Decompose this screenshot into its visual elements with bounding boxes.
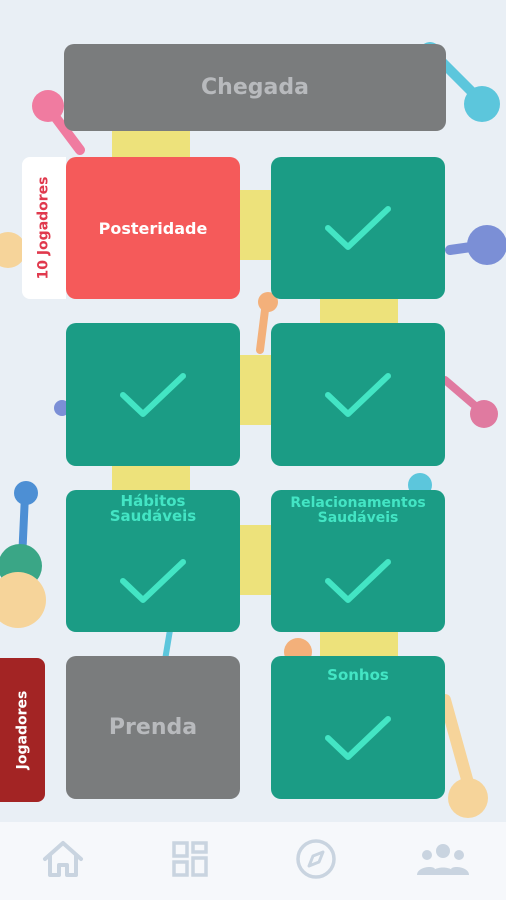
tile-completed[interactable] [271, 157, 445, 299]
home-icon [41, 839, 85, 883]
tile-habitos-label: Hábitos Saudáveis [109, 492, 197, 525]
finish-label: Chegada [201, 75, 309, 100]
tile-habitos-saudaveis[interactable]: Hábitos Saudáveis [66, 490, 240, 632]
check-icon [323, 203, 393, 253]
check-icon [118, 370, 188, 420]
check-icon [118, 556, 188, 606]
tile-prenda[interactable]: Prenda [66, 656, 240, 799]
nav-players-button[interactable] [413, 831, 473, 891]
compass-icon [294, 837, 338, 885]
players-tab[interactable]: Jogadores [0, 658, 45, 802]
tile-completed[interactable] [271, 323, 445, 466]
tile-relacionamentos-label: Relacionamentos Saudáveis [290, 495, 426, 526]
check-icon [323, 713, 393, 763]
nav-home-button[interactable] [33, 831, 93, 891]
tile-sonhos[interactable]: Sonhos [271, 656, 445, 799]
grid-icon [170, 839, 210, 883]
check-icon [323, 370, 393, 420]
nav-board-button[interactable] [160, 831, 220, 891]
check-icon [323, 556, 393, 606]
bottom-navigation [0, 822, 506, 900]
nav-explore-button[interactable] [286, 831, 346, 891]
tile-posteridade[interactable]: Posteridade [66, 157, 240, 299]
people-icon [413, 839, 473, 883]
player-count-label: 10 Jogadores [36, 176, 52, 280]
finish-tile: Chegada [64, 44, 446, 131]
tile-completed[interactable] [66, 323, 240, 466]
player-count-tab[interactable]: 10 Jogadores [22, 157, 66, 299]
tile-relacionamentos-saudaveis[interactable]: Relacionamentos Saudáveis [271, 490, 445, 632]
players-tab-label: Jogadores [14, 690, 31, 770]
tile-prenda-label: Prenda [108, 715, 198, 740]
tile-posteridade-label: Posteridade [98, 218, 208, 238]
tile-sonhos-label: Sonhos [327, 666, 389, 684]
